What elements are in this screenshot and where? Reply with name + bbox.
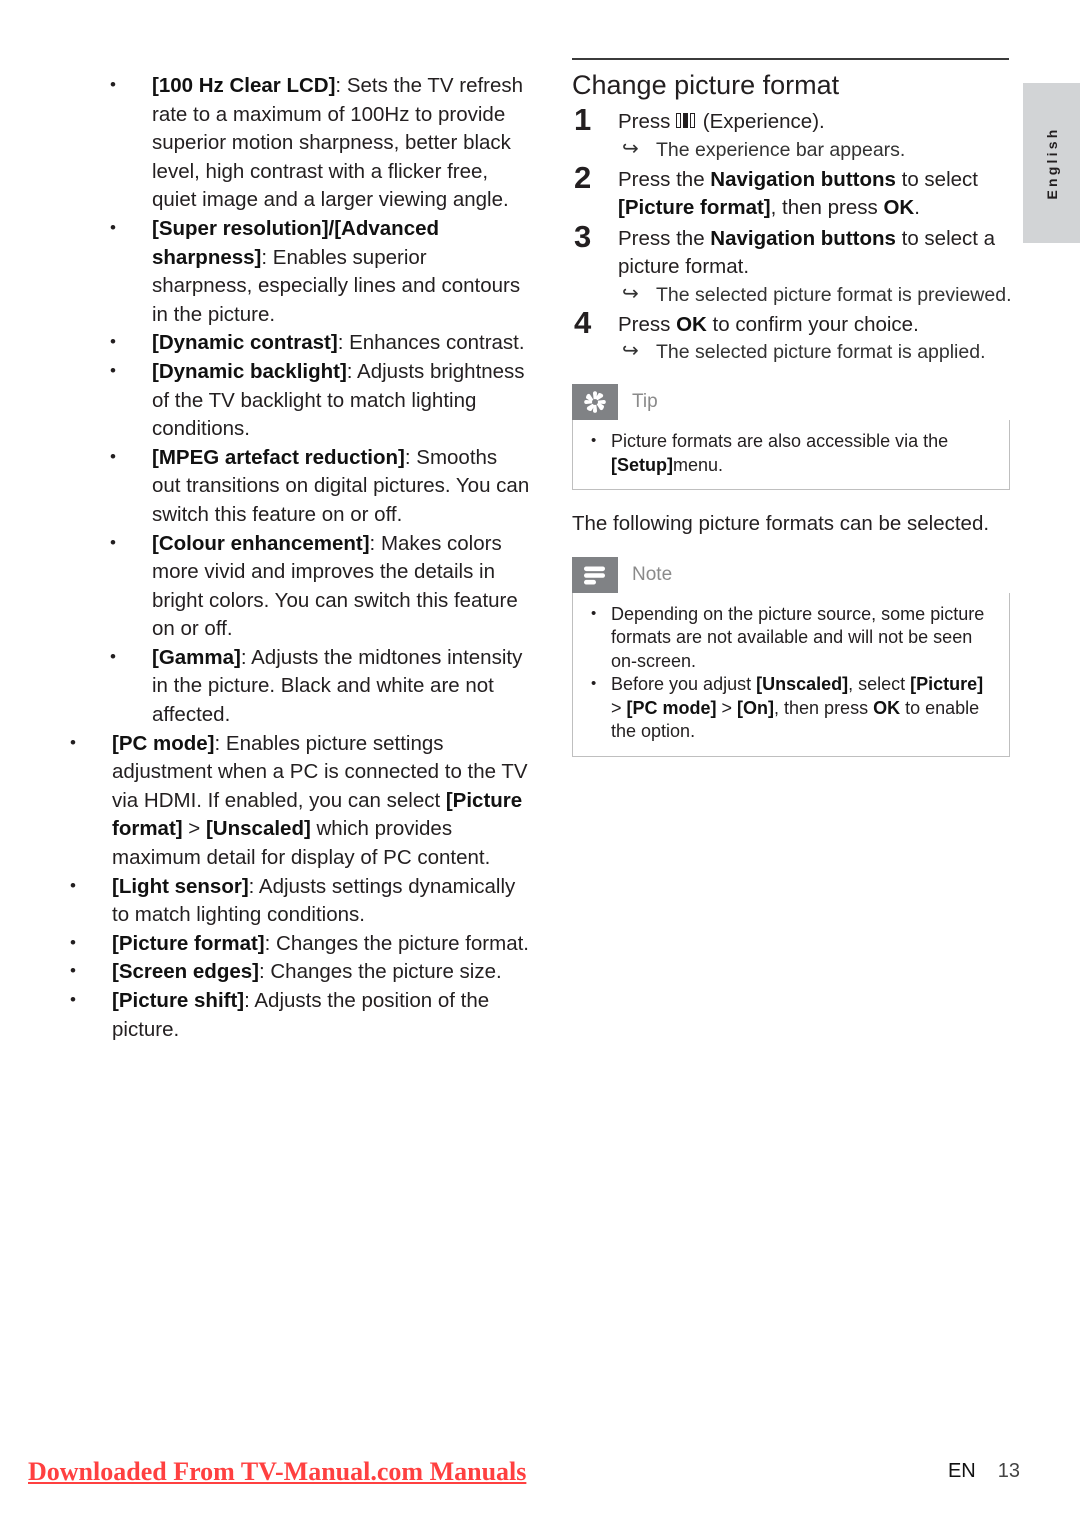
setting-term: [Gamma] [152,645,241,669]
setting-desc: : Enhances contrast. [337,331,525,355]
outer-settings-list: [PC mode]: Enables picture settings adju… [60,729,530,1045]
setting-term: [Screen edges] [112,960,259,984]
list-item: [100 Hz Clear LCD]: Sets the TV refresh … [60,71,530,215]
note-bold5: OK [873,697,901,718]
list-item: [Gamma]: Adjusts the midtones intensity … [60,643,530,730]
note-list: Depending on the picture source, some pi… [585,602,997,744]
list-item: [Colour enhancement]: Makes colors more … [60,528,530,644]
step-3: 3 Press the Navigation buttons to select… [572,219,1012,309]
right-column: Change picture format 1 Press (Experienc… [572,58,1012,757]
step-number: 1 [574,102,592,137]
note-part5: , then press [774,697,874,718]
step-part1: Press the [618,226,711,250]
note-bold4: [On] [737,697,775,718]
note-part1: Depending on the picture source, some pi… [611,603,985,671]
tip-part2: menu. [673,454,724,475]
tip-bold: [Setup] [611,454,673,475]
setting-desc-a: : Changes the picture format. [264,931,529,955]
list-item: [Dynamic contrast]: Enhances contrast. [60,328,530,358]
note-part3: > [611,697,627,718]
setting-term: [Light sensor] [112,874,249,898]
setting-desc-a: : Changes the picture size. [258,960,502,984]
procedure-steps: 1 Press (Experience). The experience bar… [572,103,1012,367]
step-text-before-icon: Press [618,110,677,133]
setting-term: [PC mode] [112,731,215,755]
asterisk-starburst-icon [572,384,618,420]
step-bold1: OK [676,312,707,336]
setting-term: [Dynamic contrast] [152,331,338,355]
left-column: [100 Hz Clear LCD]: Sets the TV refresh … [60,71,530,1045]
note-lines-icon [572,556,618,593]
note-bold2: [Picture] [910,674,984,694]
step-number: 2 [574,159,592,195]
manual-page: [100 Hz Clear LCD]: Sets the TV refresh … [0,0,1080,1527]
download-watermark: Downloaded From TV-Manual.com Manuals [28,1457,527,1486]
step-4: 4 Press OK to confirm your choice. The s… [572,305,1012,367]
step-result: The experience bar appears. [618,136,1012,164]
list-item: Picture formats are also accessible via … [585,429,997,477]
note-part1: Before you adjust [611,674,757,694]
note-body: Depending on the picture source, some pi… [572,592,1010,757]
list-item: [Dynamic backlight]: Adjusts brightness … [60,357,530,444]
step-part4: . [914,196,920,219]
tip-label: Tip [632,391,658,412]
note-part4: > [716,697,738,718]
note-bold1: [Unscaled] [756,674,849,694]
tip-list: Picture formats are also accessible via … [585,429,997,477]
setting-emph-b: [Unscaled] [205,817,311,841]
step-part3: , then press [770,196,884,219]
list-item: [MPEG artefact reduction]: Smooths out t… [60,443,530,530]
nested-settings-list: [100 Hz Clear LCD]: Sets the TV refresh … [60,71,530,730]
list-item: [Super resolution]/[Advanced sharpness]:… [60,214,530,329]
list-item: [Picture format]: Changes the picture fo… [60,929,530,959]
page-footer: EN 13 [948,1460,1020,1483]
step-part2: to select [895,167,978,191]
language-tab: English [1023,83,1080,243]
step-bold1: Navigation buttons [710,226,896,250]
tip-callout: Tip Picture formats are also accessible … [572,384,1010,490]
step-part2: to confirm your choice. [706,312,919,336]
setting-term: [Dynamic backlight] [152,359,347,383]
setting-term: [Colour enhancement] [152,531,370,555]
step-number: 4 [574,304,592,340]
list-item: [Picture shift]: Adjusts the position of… [60,986,530,1044]
step-result: The selected picture format is applied. [618,338,1012,366]
step-2: 2 Press the Navigation buttons to select… [572,160,1012,223]
setting-desc-b: > [182,817,206,841]
list-item: [PC mode]: Enables picture settings adju… [60,729,530,873]
setting-term: [Picture format] [112,931,265,955]
note-label: Note [632,563,673,585]
step-result: The selected picture format is previewed… [618,281,1012,309]
note-caption: Note [572,556,1010,593]
list-item: [Screen edges]: Changes the picture size… [60,957,530,987]
step-bold3: OK [883,196,915,219]
list-item: Depending on the picture source, some pi… [585,602,997,674]
setting-term: [100 Hz Clear LCD] [152,74,336,97]
tip-part1: Picture formats are also accessible via … [611,431,949,451]
section-divider [572,58,1009,60]
step-text-after-icon: (Experience). [697,110,825,133]
intro-paragraph: The following picture formats can be sel… [572,512,990,535]
language-code: EN [947,1460,976,1482]
step-number: 3 [574,218,592,254]
page-title: Change picture format [572,70,840,100]
step-part1: Press the [618,167,711,191]
note-part2: , select [848,674,911,694]
note-callout: Note Depending on the picture source, so… [572,556,1010,757]
setting-term: [MPEG artefact reduction] [152,445,405,469]
page-number: 13 [997,1460,1020,1482]
step-bold2: [Picture format] [618,196,771,219]
experience-bars-icon [676,113,697,130]
note-bold3: [PC mode] [626,697,717,718]
setting-term: [Picture shift] [112,989,245,1012]
step-bold1: Navigation buttons [710,167,896,191]
tip-caption: Tip [572,384,1010,420]
list-item: Before you adjust [Unscaled], select [Pi… [585,672,997,744]
language-tab-label: English [1043,126,1060,200]
tip-body: Picture formats are also accessible via … [572,420,1010,490]
list-item: [Light sensor]: Adjusts settings dynamic… [60,872,530,930]
step-part1: Press [618,312,677,336]
step-1: 1 Press (Experience). The experience bar… [572,103,1012,164]
